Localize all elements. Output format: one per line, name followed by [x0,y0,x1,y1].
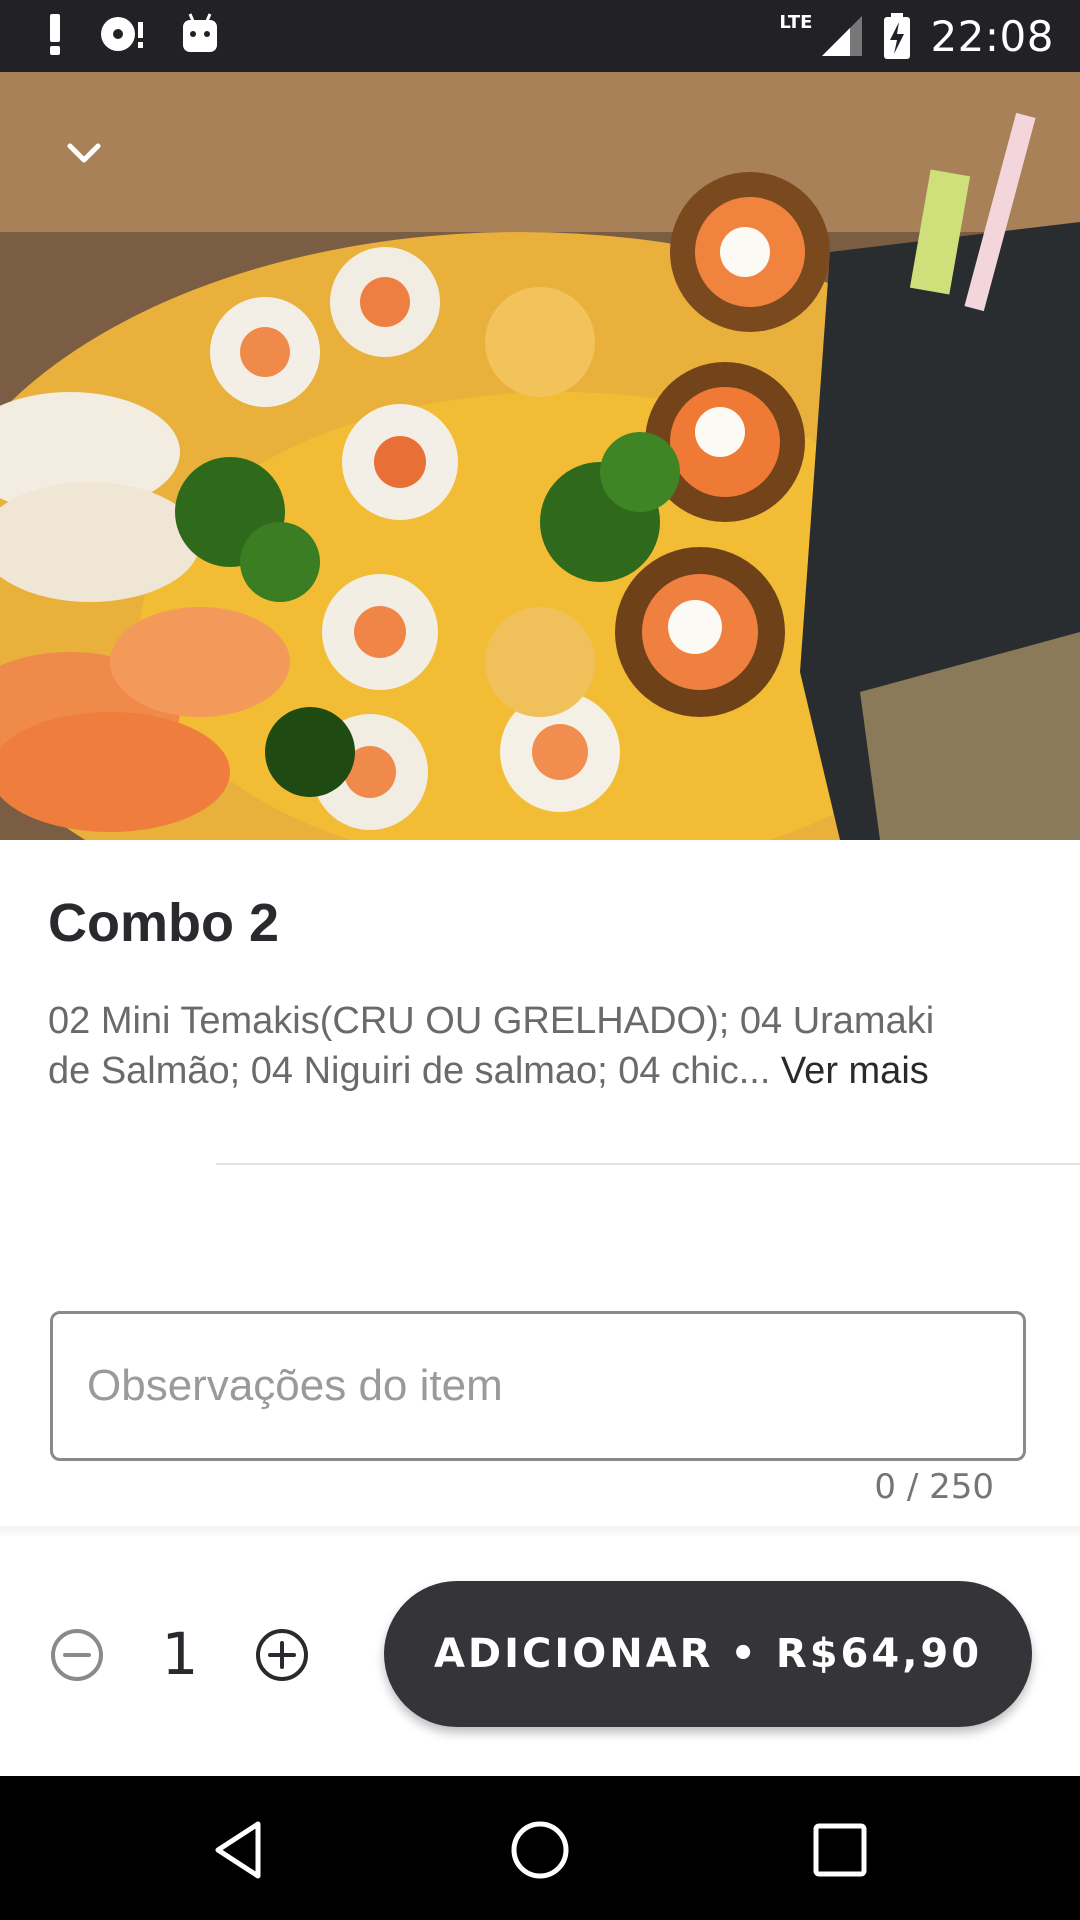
navigation-bar [0,1776,1080,1920]
disc-icon [101,17,143,51]
decrease-quantity-button[interactable] [50,1628,104,1682]
back-icon[interactable] [208,1818,272,1882]
home-icon[interactable] [508,1818,572,1882]
product-description: 02 Mini Temakis(CRU OU GRELHADO); 04 Ura… [48,996,1038,1096]
increase-quantity-button[interactable] [255,1628,309,1682]
status-bar-notifications [46,12,220,56]
add-to-cart-label: ADICIONAR • R$64,90 [433,1631,983,1677]
item-notes-field[interactable] [50,1311,1026,1461]
item-notes-input[interactable] [85,1360,989,1412]
recents-icon[interactable] [808,1818,872,1882]
product-image [0,72,1080,840]
android-icon [183,13,217,52]
clock: 22:08 [930,11,1054,61]
network-type-label: LTE [779,11,813,33]
sushi-combo-photo [0,72,1080,840]
description-text: de Salmão; 04 Niguiri de salmao; 04 chic… [48,1050,771,1092]
status-bar: LTE 22:08 [0,0,1080,72]
status-bar-system: LTE 22:08 [769,0,1054,72]
signal-icon [822,16,863,56]
bottom-bar-shadow [0,1526,1080,1538]
quantity-value: 1 [161,1620,199,1688]
add-to-cart-button[interactable]: ADICIONAR • R$64,90 [384,1581,1032,1727]
battery-charging-icon [884,13,911,59]
character-counter: 0 / 250 [874,1467,994,1507]
see-more-link[interactable]: Ver mais [770,1050,929,1092]
description-line-1: 02 Mini Temakis(CRU OU GRELHADO); 04 Ura… [48,1000,935,1042]
chevron-down-icon[interactable] [58,128,110,180]
product-title: Combo 2 [48,893,280,953]
divider [216,1163,1080,1165]
alert-icon [50,14,60,55]
description-line-2: de Salmão; 04 Niguiri de salmao; 04 chic… [48,1046,1038,1096]
